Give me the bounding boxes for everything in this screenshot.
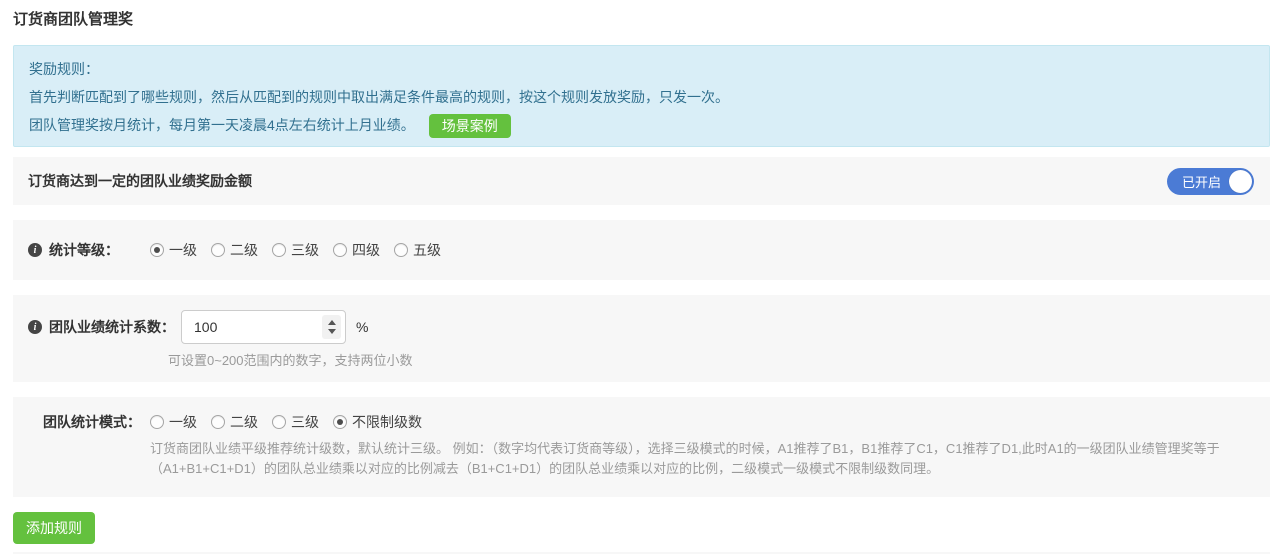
radio-option-label: 四级 — [352, 240, 380, 260]
radio-option-label: 二级 — [230, 412, 258, 432]
team-mode-desc-line-1: 订货商团队业绩平级推荐统计级数，默认统计三级。 例如：（数字均代表订货商等级），… — [150, 439, 1250, 459]
radio-option-label: 一级 — [169, 412, 197, 432]
radio-button-icon[interactable] — [333, 243, 347, 257]
coefficient-label-wrap: i 团队业绩统计系数： — [13, 317, 175, 337]
radio-option[interactable]: 二级 — [211, 412, 258, 432]
radio-button-icon[interactable] — [333, 415, 347, 429]
radio-option[interactable]: 二级 — [211, 240, 258, 260]
info-line-2: 首先判断匹配到了哪些规则，然后从匹配到的规则中取出满足条件最高的规则，按这个规则… — [29, 83, 1254, 111]
info-icon: i — [28, 243, 42, 257]
radio-option[interactable]: 四级 — [333, 240, 380, 260]
stat-level-panel: i 统计等级： 一级 二级 三级 四级 五级 — [13, 220, 1270, 280]
stat-level-label: 统计等级： — [49, 240, 119, 260]
radio-option[interactable]: 三级 — [272, 412, 319, 432]
radio-option-label: 二级 — [230, 240, 258, 260]
radio-option-label: 五级 — [413, 240, 441, 260]
number-stepper[interactable] — [322, 315, 341, 339]
coefficient-label: 团队业绩统计系数： — [49, 317, 175, 337]
stat-level-label-wrap: i 统计等级： — [13, 240, 150, 260]
radio-option-label: 三级 — [291, 412, 319, 432]
rule-enabled-toggle[interactable]: 已开启 — [1167, 168, 1254, 195]
radio-button-icon[interactable] — [272, 415, 286, 429]
radio-option-label: 一级 — [169, 240, 197, 260]
radio-option[interactable]: 不限制级数 — [333, 412, 422, 432]
stat-level-radio-group: 一级 二级 三级 四级 五级 — [150, 240, 455, 260]
percent-unit: % — [356, 319, 368, 335]
team-mode-radio-group: 一级 二级 三级 不限制级数 — [150, 412, 436, 432]
radio-option-label: 三级 — [291, 240, 319, 260]
page-title: 订货商团队管理奖 — [0, 0, 1277, 28]
info-icon: i — [28, 320, 42, 334]
radio-button-icon[interactable] — [211, 243, 225, 257]
rule-header-panel: 订货商达到一定的团队业绩奖励金额 已开启 — [13, 157, 1270, 205]
team-mode-panel: 团队统计模式： 一级 二级 三级 不限制级数 订货商团队业绩平级推荐统计级数，默认统计… — [13, 397, 1270, 497]
radio-option[interactable]: 一级 — [150, 412, 197, 432]
radio-option[interactable]: 五级 — [394, 240, 441, 260]
toggle-label: 已开启 — [1182, 172, 1221, 191]
radio-button-icon[interactable] — [150, 243, 164, 257]
add-rule-button[interactable]: 添加规则 — [13, 512, 95, 544]
team-mode-desc-line-2: （A1+B1+C1+D1）的团队总业绩乘以对应的比例减去（B1+C1+D1）的团… — [150, 459, 1250, 479]
team-mode-description: 订货商团队业绩平级推荐统计级数，默认统计三级。 例如：（数字均代表订货商等级），… — [150, 439, 1250, 479]
coefficient-input-wrap — [181, 310, 346, 344]
radio-button-icon[interactable] — [150, 415, 164, 429]
radio-option-label: 不限制级数 — [352, 412, 422, 432]
team-mode-label-wrap: 团队统计模式： — [13, 412, 150, 432]
stepper-down-icon[interactable] — [328, 329, 336, 334]
radio-button-icon[interactable] — [394, 243, 408, 257]
reward-rules-info-box: 奖励规则： 首先判断匹配到了哪些规则，然后从匹配到的规则中取出满足条件最高的规则… — [13, 45, 1270, 147]
stepper-up-icon[interactable] — [328, 320, 336, 325]
toggle-knob[interactable] — [1229, 170, 1252, 193]
radio-button-icon[interactable] — [211, 415, 225, 429]
coefficient-panel: i 团队业绩统计系数： % 可设置0~200范围内的数字，支持两位小数 — [13, 295, 1270, 382]
coefficient-hint: 可设置0~200范围内的数字，支持两位小数 — [168, 350, 1270, 369]
info-line-3: 团队管理奖按月统计，每月第一天凌晨4点左右统计上月业绩。场景案例 — [29, 111, 1254, 139]
info-line-3-text: 团队管理奖按月统计，每月第一天凌晨4点左右统计上月业绩。 — [29, 117, 415, 133]
scenario-example-button[interactable]: 场景案例 — [429, 114, 511, 138]
radio-option[interactable]: 三级 — [272, 240, 319, 260]
radio-button-icon[interactable] — [272, 243, 286, 257]
info-line-1: 奖励规则： — [29, 55, 1254, 83]
team-mode-label: 团队统计模式： — [43, 412, 141, 432]
rule-title: 订货商达到一定的团队业绩奖励金额 — [28, 171, 252, 191]
radio-option[interactable]: 一级 — [150, 240, 197, 260]
